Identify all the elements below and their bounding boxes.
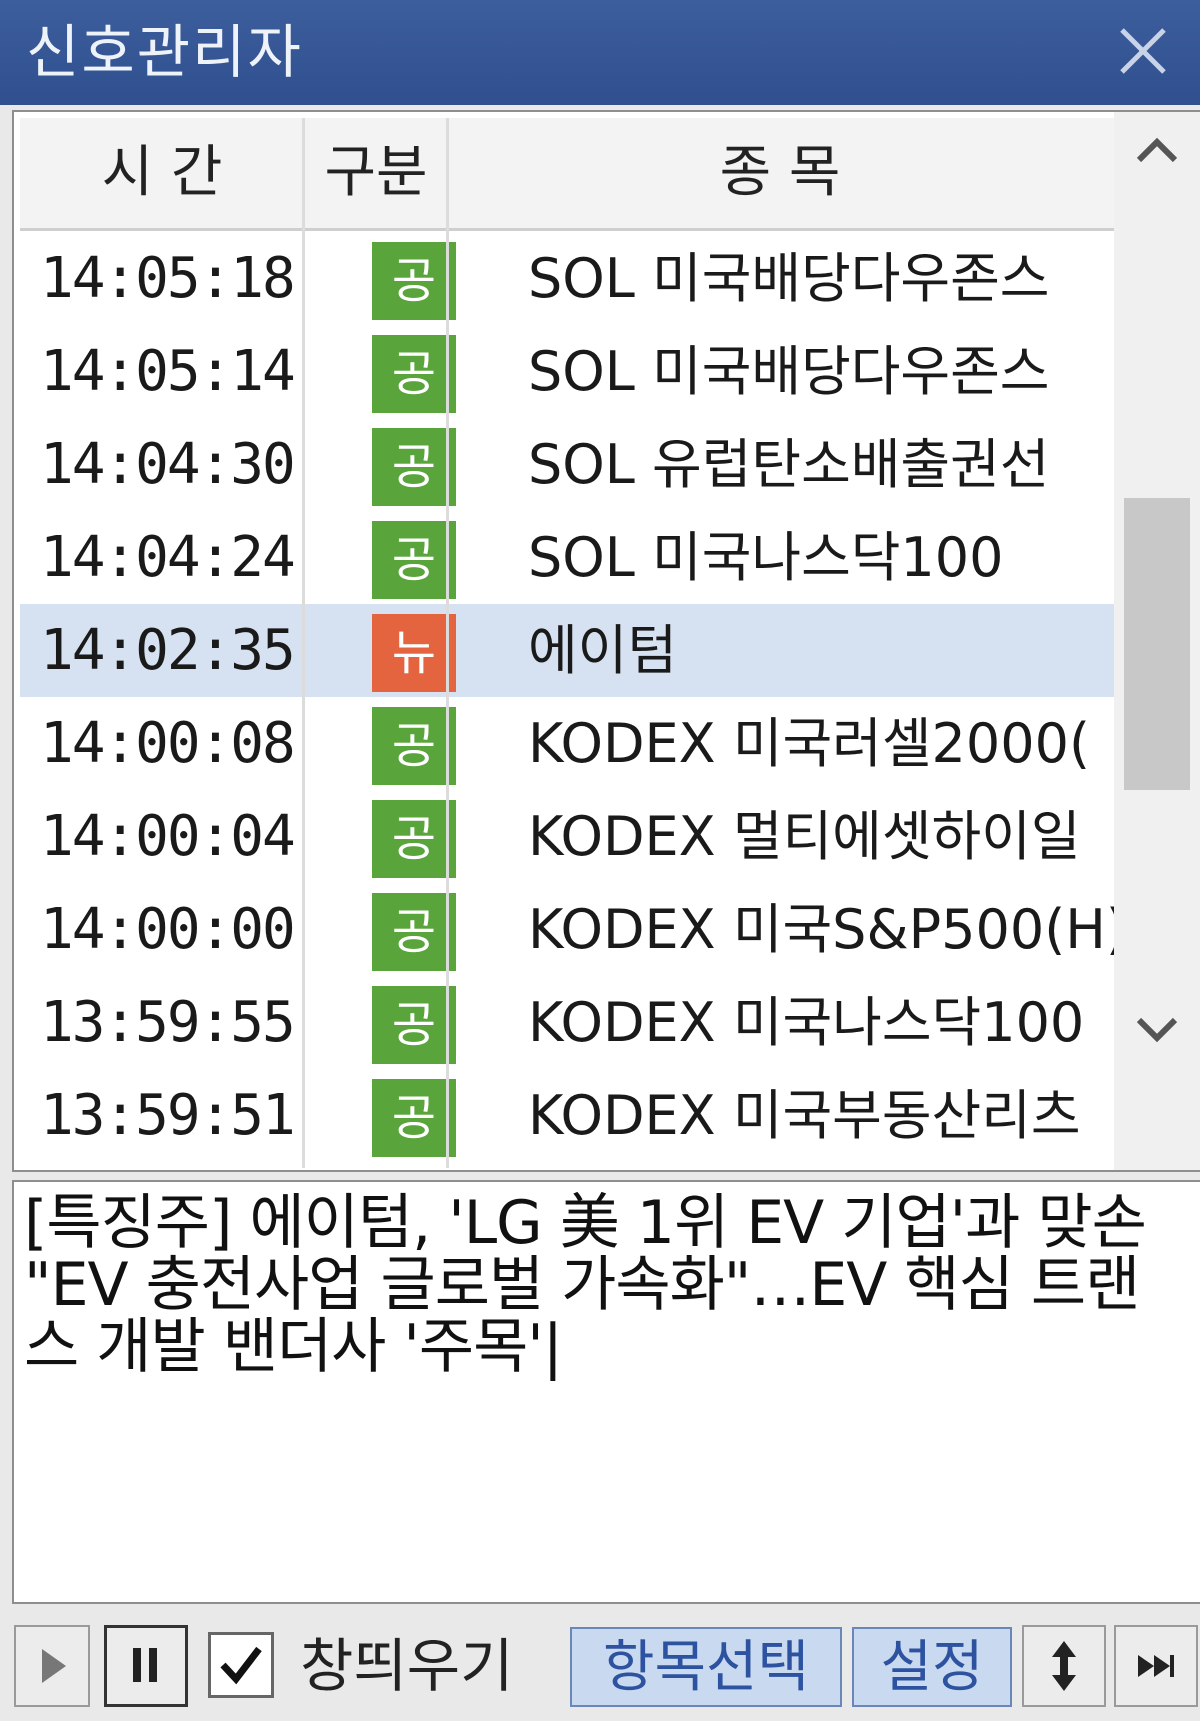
window-title: 신호관리자 <box>26 18 303 86</box>
row-stock-name: KODEX 미국부동산리츠 <box>528 1084 1081 1147</box>
column-header-time[interactable]: 시 간 <box>20 118 304 228</box>
popup-checkbox-label[interactable]: 창띄우기 <box>300 1625 513 1707</box>
forward-button[interactable] <box>1114 1625 1198 1707</box>
table-header: 시 간 구분 종 목 <box>20 118 1114 231</box>
row-time: 14:05:18 <box>40 246 296 311</box>
vertical-resize-icon <box>1052 1641 1076 1691</box>
signal-type-badge: 공 <box>372 1079 456 1157</box>
row-time: 14:05:14 <box>40 339 296 404</box>
table-row[interactable]: 13:59:51 공 KODEX 미국부동산리츠 <box>20 1069 1114 1162</box>
row-stock-name: KODEX 미국나스닥100 <box>528 991 1085 1054</box>
settings-button[interactable]: 설정 <box>852 1627 1012 1707</box>
play-button[interactable] <box>14 1625 90 1707</box>
signal-type-badge: 뉴 <box>372 614 456 692</box>
check-icon <box>220 1646 262 1685</box>
row-time: 14:04:30 <box>40 432 296 497</box>
chevron-down-icon[interactable] <box>1127 1004 1187 1054</box>
close-icon[interactable] <box>1108 16 1178 86</box>
row-time: 14:00:04 <box>40 804 296 869</box>
column-divider <box>302 118 305 1168</box>
chevron-up-icon[interactable] <box>1127 126 1187 176</box>
row-stock-name: SOL 유럽탄소배출권선 <box>528 433 1050 496</box>
row-time: 14:00:08 <box>40 711 296 776</box>
column-header-type[interactable]: 구분 <box>307 118 445 228</box>
signal-table: 시 간 구분 종 목 14:05:18 공 SOL 미국배당다우존스 14:05:14… <box>12 110 1200 1172</box>
column-header-name[interactable]: 종 목 <box>450 118 1110 228</box>
vertical-scrollbar[interactable] <box>1114 112 1200 1170</box>
scrollbar-thumb[interactable] <box>1124 498 1190 790</box>
table-row[interactable]: 14:05:14 공 SOL 미국배당다우존스 <box>20 325 1114 418</box>
signal-type-badge: 공 <box>372 707 456 785</box>
row-stock-name: KODEX 멀티에셋하이일 <box>528 805 1081 868</box>
select-items-button[interactable]: 항목선택 <box>570 1627 842 1707</box>
popup-checkbox[interactable] <box>208 1632 274 1698</box>
row-time: 13:59:55 <box>40 990 296 1055</box>
row-stock-name: SOL 미국배당다우존스 <box>528 340 1050 403</box>
play-icon <box>42 1649 66 1683</box>
row-stock-name: KODEX 미국러셀2000( <box>528 712 1091 775</box>
signal-type-badge: 공 <box>372 335 456 413</box>
row-time: 14:00:00 <box>40 897 296 962</box>
table-row[interactable]: 13:59:55 공 KODEX 미국나스닥100 <box>20 976 1114 1069</box>
row-time: 14:04:24 <box>40 525 296 590</box>
row-time: 13:59:51 <box>40 1083 296 1148</box>
news-panel[interactable]: [특징주] 에이텀, 'LG 美 1위 EV 기업'과 맞손 "EV 충전사업 … <box>12 1180 1200 1604</box>
table-row[interactable]: 14:02:35 뉴 에이텀 <box>20 604 1114 697</box>
signal-type-badge: 공 <box>372 242 456 320</box>
table-row[interactable]: 14:05:18 공 SOL 미국배당다우존스 <box>20 232 1114 325</box>
row-stock-name: SOL 미국나스닥100 <box>528 526 1004 589</box>
row-stock-name: KODEX 미국S&P500(H) <box>528 898 1114 961</box>
column-divider <box>446 118 449 1168</box>
row-stock-name: 에이텀 <box>528 619 678 682</box>
signal-type-badge: 공 <box>372 893 456 971</box>
signal-type-badge: 공 <box>372 986 456 1064</box>
table-row[interactable]: 14:00:00 공 KODEX 미국S&P500(H) <box>20 883 1114 976</box>
table-row[interactable]: 14:00:08 공 KODEX 미국러셀2000( <box>20 697 1114 790</box>
signal-type-badge: 공 <box>372 428 456 506</box>
row-stock-name: SOL 미국배당다우존스 <box>528 247 1050 310</box>
news-text: [특징주] 에이텀, 'LG 美 1위 EV 기업'과 맞손 "EV 충전사업 … <box>24 1188 1147 1382</box>
table-row[interactable]: 14:00:04 공 KODEX 멀티에셋하이일 <box>20 790 1114 883</box>
table-row[interactable]: 14:04:24 공 SOL 미국나스닥100 <box>20 511 1114 604</box>
signal-type-badge: 공 <box>372 800 456 878</box>
row-time: 14:02:35 <box>40 618 296 683</box>
table-row[interactable]: 14:04:30 공 SOL 유럽탄소배출권선 <box>20 418 1114 511</box>
signal-type-badge: 공 <box>372 521 456 599</box>
pause-button[interactable] <box>104 1625 188 1707</box>
title-bar: 신호관리자 <box>0 0 1200 105</box>
resize-button[interactable] <box>1022 1625 1106 1707</box>
pause-icon <box>133 1648 157 1682</box>
fast-forward-icon <box>1138 1655 1174 1677</box>
